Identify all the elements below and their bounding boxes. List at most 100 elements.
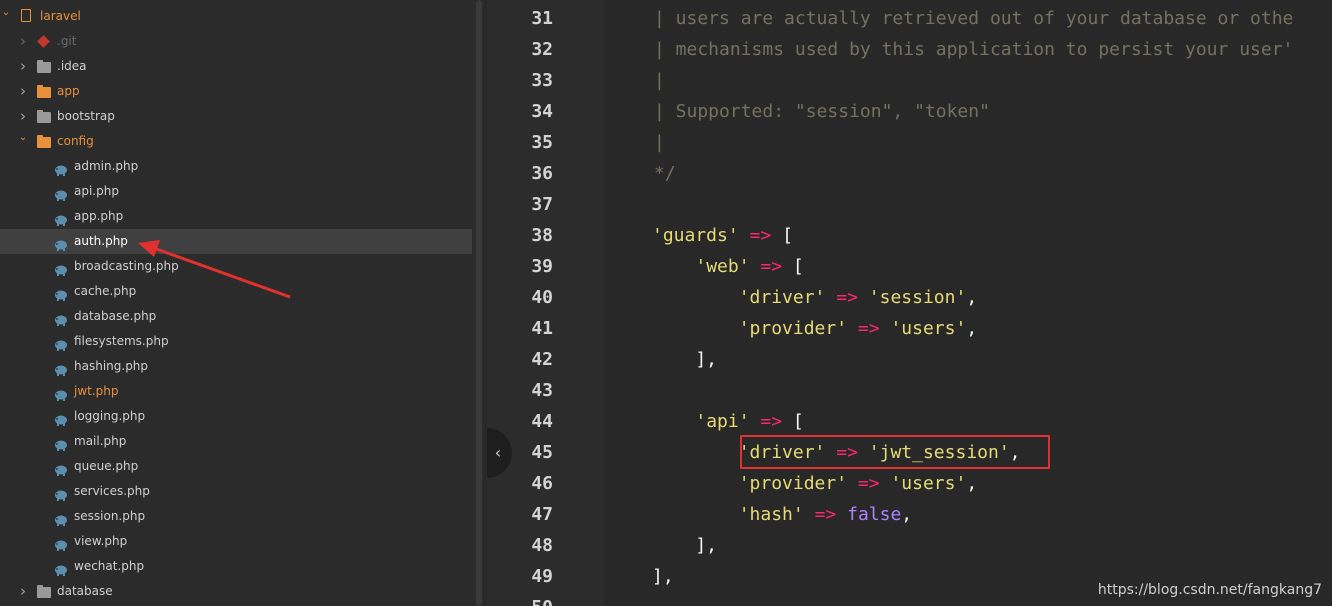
tree-item-admin-php[interactable]: admin.php: [0, 154, 472, 179]
code-line[interactable]: |: [654, 65, 665, 96]
line-number: 47: [531, 504, 553, 525]
code-line[interactable]: |: [654, 127, 665, 158]
code-token: |: [654, 132, 665, 153]
code-editor[interactable]: 3132333435363738394041424344454647484950…: [487, 0, 1332, 606]
tree-item-api-php[interactable]: api.php: [0, 179, 472, 204]
php-elephant-icon: [54, 486, 68, 501]
code-line[interactable]: */: [654, 158, 676, 189]
chevron-down-icon[interactable]: ⌄: [17, 125, 29, 150]
php-elephant-icon: [54, 361, 68, 376]
line-number: 50: [487, 592, 553, 606]
code-token: 'users': [890, 318, 967, 339]
tree-item-wechat-php[interactable]: wechat.php: [0, 554, 472, 579]
code-line[interactable]: 'guards' => [: [652, 220, 793, 251]
tree-item-label: admin.php: [74, 159, 139, 173]
tree-item-label: api.php: [74, 184, 119, 198]
tree-item-broadcasting-php[interactable]: broadcasting.php: [0, 254, 472, 279]
code-line[interactable]: 'api' => [: [652, 406, 804, 437]
tree-item-logging-php[interactable]: logging.php: [0, 404, 472, 429]
php-elephant-icon: [54, 236, 68, 251]
chevron-right-icon[interactable]: ›: [17, 579, 29, 604]
tree-item-label: auth.php: [74, 234, 128, 248]
code-line[interactable]: ],: [652, 344, 717, 375]
code-token: | users are actually retrieved out of yo…: [654, 8, 1294, 29]
tree-item-services-php[interactable]: services.php: [0, 479, 472, 504]
chevron-right-icon[interactable]: ›: [17, 29, 29, 54]
line-number: 31: [531, 8, 553, 29]
tree-item-auth-php[interactable]: auth.php: [0, 229, 472, 254]
code-token: ,: [966, 318, 978, 339]
line-number: 48: [531, 535, 553, 556]
php-elephant-icon: [54, 336, 68, 351]
line-number: 34: [531, 101, 553, 122]
tree-item-label: app: [57, 84, 80, 98]
php-elephant-icon: [54, 286, 68, 301]
tree-item-view-php[interactable]: view.php: [0, 529, 472, 554]
tree-item-idea[interactable]: › .idea: [0, 54, 472, 79]
line-number: 41: [531, 318, 553, 339]
code-token: 'provider': [738, 318, 848, 339]
code-token: 'provider': [738, 473, 848, 494]
code-line[interactable]: | Supported: "session", "token": [654, 96, 990, 127]
tree-item-jwt-php[interactable]: jwt.php: [0, 379, 472, 404]
sidebar-scrollbar-thumb[interactable]: [476, 0, 482, 606]
line-number: 42: [531, 349, 553, 370]
code-line[interactable]: 'hash' => false,: [652, 499, 912, 530]
tree-item-hashing-php[interactable]: hashing.php: [0, 354, 472, 379]
php-elephant-icon: [54, 411, 68, 426]
code-token: 'api': [695, 411, 750, 432]
php-elephant-icon: [54, 561, 68, 576]
tree-item-cache-php[interactable]: cache.php: [0, 279, 472, 304]
code-token: 'web': [695, 256, 750, 277]
tree-item-mail-php[interactable]: mail.php: [0, 429, 472, 454]
sidebar-scrollbar[interactable]: [474, 0, 484, 606]
code-token: 'guards': [652, 225, 739, 246]
code-line[interactable]: 'provider' => 'users',: [652, 313, 977, 344]
chevron-right-icon[interactable]: ›: [17, 79, 29, 104]
php-elephant-icon: [54, 161, 68, 176]
code-token: [: [782, 256, 804, 277]
project-folder-icon: [21, 9, 31, 22]
code-token: [: [782, 411, 804, 432]
watermark-text: https://blog.csdn.net/fangkang7: [1097, 582, 1322, 598]
tree-item-config[interactable]: ⌄ config: [0, 129, 472, 154]
tree-item-database-php[interactable]: database.php: [0, 304, 472, 329]
tree-item-label: filesystems.php: [74, 334, 169, 348]
tree-item-app-php[interactable]: app.php: [0, 204, 472, 229]
chevron-down-icon[interactable]: ⌄: [0, 0, 12, 25]
php-elephant-icon: [54, 511, 68, 526]
line-number: 49: [531, 566, 553, 587]
code-line[interactable]: | mechanisms used by this application to…: [654, 34, 1293, 65]
code-token: ],: [652, 566, 674, 587]
tree-item-label: database: [57, 584, 113, 598]
tree-item-app[interactable]: › app: [0, 79, 472, 104]
tree-item-database[interactable]: › database: [0, 579, 472, 604]
code-line[interactable]: | users are actually retrieved out of yo…: [654, 3, 1293, 34]
code-line[interactable]: 'web' => [: [652, 251, 804, 282]
line-number: 33: [531, 70, 553, 91]
tree-item-filesystems-php[interactable]: filesystems.php: [0, 329, 472, 354]
code-line[interactable]: ],: [652, 530, 717, 561]
line-number-gutter: 3132333435363738394041424344454647484950: [487, 0, 604, 606]
code-line[interactable]: 'provider' => 'users',: [652, 468, 977, 499]
chevron-left-icon: ‹: [494, 443, 502, 462]
code-line[interactable]: 'driver' => 'session',: [652, 282, 977, 313]
tree-item-bootstrap[interactable]: › bootstrap: [0, 104, 472, 129]
code-token: 'users': [890, 473, 967, 494]
tree-item-label: queue.php: [74, 459, 139, 473]
code-token: ,: [966, 287, 978, 308]
chevron-right-icon[interactable]: ›: [17, 54, 29, 79]
code-line[interactable]: ],: [652, 561, 674, 592]
code-token: */: [654, 163, 676, 184]
tree-item-label: logging.php: [74, 409, 146, 423]
tree-item-session-php[interactable]: session.php: [0, 504, 472, 529]
tree-item-label: wechat.php: [74, 559, 145, 573]
tree-root-laravel[interactable]: ⌄ laravel: [0, 4, 472, 29]
tree-item-queue-php[interactable]: queue.php: [0, 454, 472, 479]
tree-item-git[interactable]: › .git: [0, 29, 472, 54]
